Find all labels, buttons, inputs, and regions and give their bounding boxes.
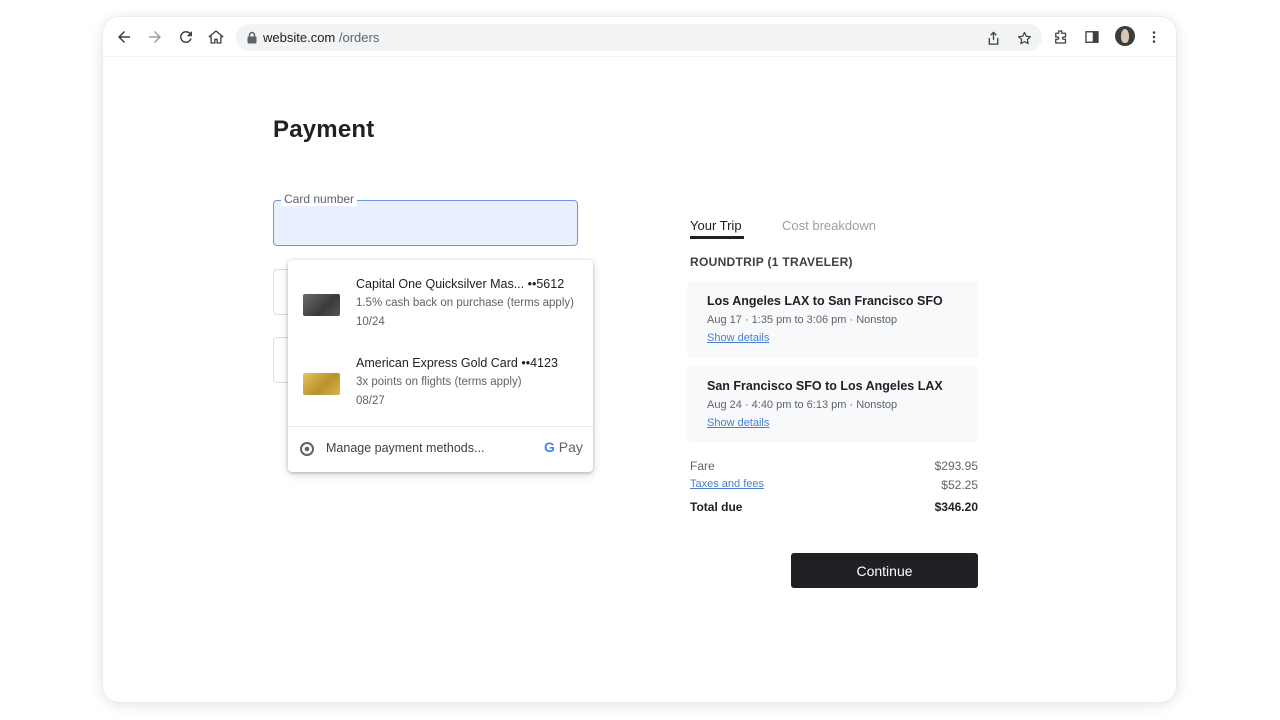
- tab-your-trip[interactable]: Your Trip: [690, 218, 742, 233]
- total-row: Total due $346.20: [690, 500, 978, 516]
- card-option-name: American Express Gold Card ••4123: [356, 356, 558, 370]
- url-host: website.com: [263, 30, 336, 45]
- show-details-link[interactable]: Show details: [707, 332, 769, 344]
- reload-icon[interactable]: [174, 25, 198, 49]
- flight-route: San Francisco SFO to Los Angeles LAX: [707, 379, 943, 393]
- autofill-card-option[interactable]: American Express Gold Card ••4123 3x poi…: [288, 348, 593, 424]
- share-icon[interactable]: [983, 28, 1003, 48]
- extensions-icon[interactable]: [1049, 25, 1073, 49]
- fare-row: Fare $293.95: [690, 459, 978, 475]
- profile-avatar[interactable]: [1115, 26, 1135, 46]
- browser-window: website.com /orders Payment Card number …: [103, 17, 1176, 702]
- active-tab-indicator: [690, 236, 744, 239]
- fare-label: Fare: [690, 459, 715, 473]
- side-panel-icon[interactable]: [1080, 25, 1104, 49]
- forward-icon[interactable]: [143, 25, 167, 49]
- autofill-card-option[interactable]: Capital One Quicksilver Mas... ••5612 1.…: [288, 269, 593, 345]
- page-title: Payment: [273, 116, 375, 143]
- google-pay-text: Pay: [558, 439, 583, 455]
- total-value: $346.20: [934, 500, 978, 514]
- taxes-row: Taxes and fees $52.25: [690, 478, 978, 494]
- flight-route: Los Angeles LAX to San Francisco SFO: [707, 294, 943, 308]
- continue-button[interactable]: Continue: [791, 553, 978, 588]
- manage-payment-methods-label: Manage payment methods...: [326, 441, 485, 455]
- show-details-link[interactable]: Show details: [707, 417, 769, 429]
- google-pay-logo: G Pay: [544, 439, 583, 455]
- chrome-icon: [300, 442, 314, 456]
- browser-toolbar: website.com /orders: [103, 17, 1176, 57]
- flight-time: Aug 24 · 4:40 pm to 6:13 pm · Nonstop: [707, 399, 898, 411]
- taxes-value: $52.25: [941, 478, 978, 492]
- card-option-expiry: 08/27: [356, 395, 385, 407]
- fare-value: $293.95: [934, 459, 978, 473]
- home-icon[interactable]: [204, 25, 228, 49]
- card-option-benefit: 1.5% cash back on purchase (terms apply): [356, 297, 574, 309]
- flight-leg-card: Los Angeles LAX to San Francisco SFO Aug…: [687, 281, 978, 358]
- url-path: /orders: [338, 30, 380, 45]
- credit-card-icon: [303, 373, 340, 395]
- card-option-expiry: 10/24: [356, 316, 385, 328]
- lock-icon: [247, 31, 257, 44]
- card-number-label: Card number: [281, 193, 358, 206]
- credit-card-icon: [303, 294, 340, 316]
- total-label: Total due: [690, 500, 743, 514]
- url-text: website.com /orders: [263, 30, 379, 45]
- manage-payment-methods[interactable]: Manage payment methods... G Pay: [288, 427, 593, 472]
- more-menu-icon[interactable]: [1142, 25, 1166, 49]
- tab-cost-breakdown[interactable]: Cost breakdown: [782, 218, 876, 233]
- address-bar[interactable]: website.com /orders: [236, 24, 1042, 51]
- flight-leg-card: San Francisco SFO to Los Angeles LAX Aug…: [687, 366, 978, 443]
- taxes-and-fees-link[interactable]: Taxes and fees: [690, 478, 764, 490]
- bookmark-star-icon[interactable]: [1014, 28, 1034, 48]
- card-number-input[interactable]: [273, 200, 578, 246]
- card-option-benefit: 3x points on flights (terms apply): [356, 376, 522, 388]
- roundtrip-heading: ROUNDTRIP (1 TRAVELER): [690, 255, 853, 269]
- flight-time: Aug 17 · 1:35 pm to 3:06 pm · Nonstop: [707, 314, 898, 326]
- card-option-name: Capital One Quicksilver Mas... ••5612: [356, 277, 565, 291]
- card-autofill-dropdown: Capital One Quicksilver Mas... ••5612 1.…: [288, 260, 593, 472]
- back-icon[interactable]: [112, 25, 136, 49]
